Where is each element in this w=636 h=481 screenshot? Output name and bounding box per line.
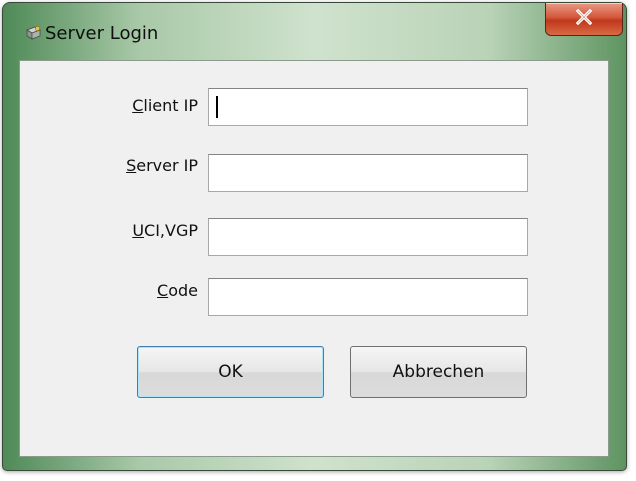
client-ip-label: Client IP xyxy=(132,96,198,115)
close-x-icon xyxy=(575,8,593,29)
close-button[interactable] xyxy=(545,3,623,36)
server-login-dialog: Server Login Client IP Server IP UCI,VGP… xyxy=(2,2,627,471)
dialog-client-area: Client IP Server IP UCI,VGP Code OK Abbr… xyxy=(19,60,609,457)
code-input[interactable] xyxy=(208,278,528,316)
window-title: Server Login xyxy=(45,23,159,44)
code-label: Code xyxy=(157,281,198,300)
ok-button[interactable]: OK xyxy=(137,346,324,398)
server-ip-input[interactable] xyxy=(208,154,528,192)
uci-vgp-label: UCI,VGP xyxy=(132,221,198,240)
client-ip-input[interactable] xyxy=(208,88,528,126)
text-caret xyxy=(216,96,218,118)
title-bar[interactable]: Server Login xyxy=(3,3,626,61)
server-login-app-icon xyxy=(24,24,42,42)
uci-vgp-input[interactable] xyxy=(208,218,528,256)
server-ip-label: Server IP xyxy=(126,156,198,175)
cancel-button[interactable]: Abbrechen xyxy=(350,346,527,398)
